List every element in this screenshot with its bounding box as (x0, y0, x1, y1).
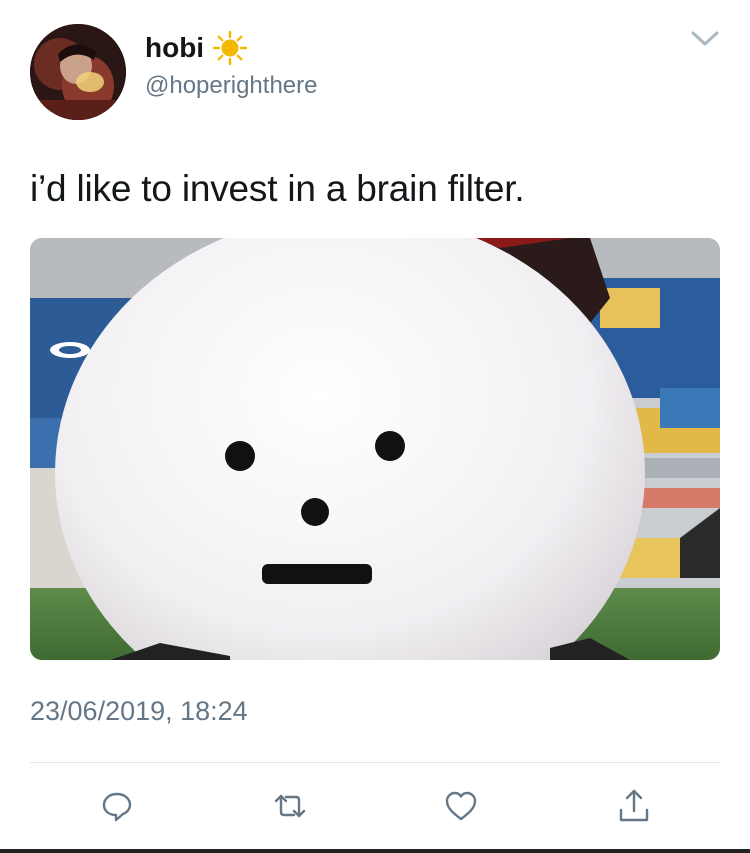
bottom-edge (0, 849, 750, 853)
reply-button[interactable] (99, 788, 135, 824)
sun-icon (212, 30, 248, 66)
tweet-text: i’d like to invest in a brain filter. (30, 168, 525, 209)
username-handle[interactable]: @hoperighthere (145, 72, 317, 100)
chevron-down-icon[interactable] (690, 26, 720, 50)
divider (30, 762, 720, 763)
avatar[interactable] (30, 24, 126, 120)
share-icon (619, 789, 649, 822)
retweet-button[interactable] (272, 788, 308, 824)
avatar-photo (30, 24, 126, 120)
reply-icon (102, 792, 132, 822)
retweet-icon (274, 794, 306, 818)
tweet-timestamp[interactable]: 23/06/2019, 18:24 (30, 696, 248, 727)
display-name-text: hobi (145, 32, 205, 63)
heart-icon (445, 791, 477, 821)
share-button[interactable] (616, 788, 652, 824)
display-name[interactable]: hobi (145, 30, 248, 66)
tweet-image[interactable] (30, 238, 720, 660)
like-button[interactable] (443, 788, 479, 824)
tweet-card: hobi @hoperighthere i’d like to invest i… (0, 0, 750, 853)
